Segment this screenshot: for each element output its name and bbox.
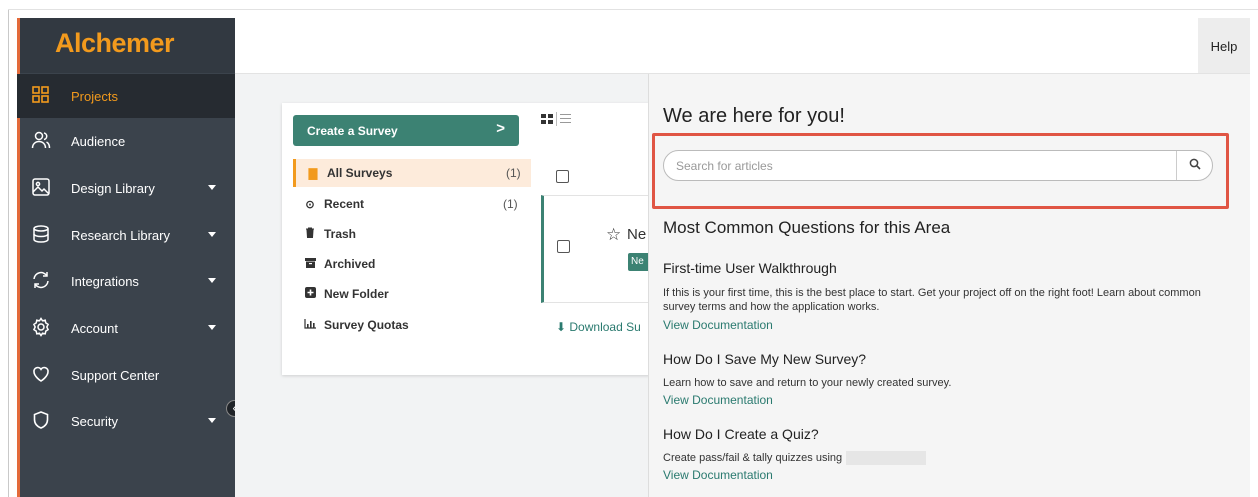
sidebar-item-account[interactable]: Account: [17, 306, 235, 350]
trash-icon: [303, 227, 317, 241]
create-survey-label: Create a Survey: [307, 123, 398, 138]
sidebar-item-research-library[interactable]: Research Library: [17, 213, 235, 257]
app-window: Alchemer Projects Audience Design Librar…: [0, 0, 1258, 497]
folder-archived[interactable]: Archived: [293, 250, 531, 278]
sidebar-item-label: Audience: [71, 133, 126, 149]
database-icon: [31, 224, 51, 244]
view-toggle-divider: [556, 111, 557, 126]
sidebar: Alchemer Projects Audience Design Librar…: [17, 18, 235, 497]
download-link[interactable]: ⬇ Download Su: [556, 320, 641, 334]
window-left-border: [8, 10, 9, 497]
status-badge: Ne: [628, 253, 650, 271]
question-description: If this is your first time, this is the …: [663, 287, 1201, 313]
sidebar-item-integrations[interactable]: Integrations: [17, 259, 235, 303]
chevron-down-icon[interactable]: [208, 185, 216, 190]
survey-title[interactable]: Ne: [627, 226, 646, 243]
logo-area: Alchemer: [17, 18, 235, 73]
folder-name: Survey Quotas: [324, 318, 409, 332]
sync-icon: [31, 270, 51, 290]
folder-name: Archived: [324, 257, 376, 271]
survey-checkbox[interactable]: [557, 240, 570, 253]
plus-square-icon: [303, 287, 317, 301]
view-documentation-link[interactable]: View Documentation: [663, 393, 773, 407]
sidebar-item-support-center[interactable]: Support Center: [17, 353, 235, 397]
question-title: First-time User Walkthrough: [663, 260, 837, 276]
star-icon[interactable]: ☆: [606, 225, 621, 245]
file-icon: ▇: [308, 167, 318, 180]
redacted-text: [846, 451, 927, 466]
chevron-right-icon: >: [496, 120, 505, 137]
chevron-down-icon[interactable]: [208, 232, 216, 237]
chevron-down-icon[interactable]: [208, 418, 216, 423]
help-button[interactable]: Help: [1198, 18, 1250, 74]
sidebar-item-label: Design Library: [71, 180, 155, 196]
view-toggle: [541, 111, 571, 126]
sidebar-item-label: Account: [71, 320, 118, 336]
grid-icon: [31, 85, 51, 105]
view-documentation-link[interactable]: View Documentation: [663, 468, 773, 482]
clock-icon: ⊙: [305, 198, 315, 211]
shield-icon: [31, 410, 51, 430]
image-icon: [31, 177, 51, 197]
archive-icon: [303, 257, 317, 271]
folder-name: Recent: [324, 197, 365, 211]
sidebar-item-label: Support Center: [71, 367, 160, 383]
folder-all-surveys[interactable]: ▇ All Surveys (1): [293, 159, 531, 187]
brand-logo[interactable]: Alchemer: [55, 28, 175, 59]
sidebar-item-security[interactable]: Security: [17, 399, 235, 443]
sidebar-item-label: Security: [71, 413, 118, 429]
chevron-down-icon[interactable]: [208, 325, 216, 330]
create-survey-button[interactable]: Create a Survey >: [293, 115, 519, 146]
view-documentation-link[interactable]: View Documentation: [663, 318, 773, 332]
folder-name: New Folder: [324, 287, 389, 301]
sidebar-item-audience[interactable]: Audience: [17, 119, 235, 163]
grid-view-icon[interactable]: [541, 113, 553, 124]
question-description-row: Create pass/fail & tally quizzes using: [663, 451, 1223, 466]
section-title: Most Common Questions for this Area: [663, 218, 951, 237]
folder-survey-quotas[interactable]: Survey Quotas: [293, 311, 531, 339]
folder-recent[interactable]: ⊙ Recent (1): [293, 190, 531, 218]
folder-trash[interactable]: Trash: [293, 220, 531, 248]
list-view-icon[interactable]: [560, 114, 571, 124]
question-description: Create pass/fail & tally quizzes using: [663, 452, 843, 464]
window-top-border: [8, 9, 1258, 10]
bar-chart-icon: [303, 318, 317, 332]
question-description: Learn how to save and return to your new…: [663, 377, 952, 389]
folder-name: All Surveys: [327, 166, 393, 180]
sidebar-item-projects[interactable]: Projects: [17, 74, 235, 118]
gear-icon: [31, 317, 51, 337]
folder-new-folder[interactable]: New Folder: [293, 280, 531, 308]
question-title: How Do I Create a Quiz?: [663, 426, 819, 442]
help-panel-title: We are here for you!: [663, 105, 845, 127]
sidebar-item-label: Projects: [71, 88, 118, 104]
chevron-down-icon[interactable]: [208, 278, 216, 283]
heart-icon: [31, 364, 51, 384]
question-title: How Do I Save My New Survey?: [663, 351, 867, 367]
sidebar-item-design-library[interactable]: Design Library: [17, 166, 235, 210]
sidebar-item-label: Research Library: [71, 227, 170, 243]
sidebar-item-label: Integrations: [71, 273, 139, 289]
search-highlight-box: [652, 133, 1229, 209]
select-all-checkbox[interactable]: [556, 170, 569, 183]
people-icon: [31, 130, 51, 150]
folder-name: Trash: [324, 227, 357, 241]
folder-count: (1): [503, 197, 518, 211]
folder-count: (1): [506, 166, 521, 180]
